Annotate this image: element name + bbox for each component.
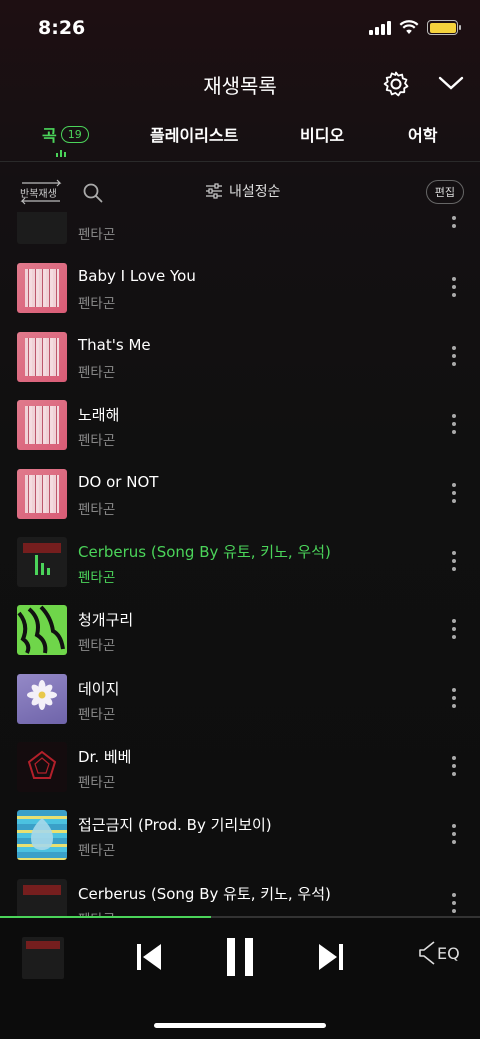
search-icon[interactable] [82,182,104,204]
album-art [17,469,67,519]
tab-videos[interactable]: 비디오 [300,122,344,146]
track-artist: 펜타곤 [78,227,116,243]
track-artist: 펜타곤 [78,707,116,723]
track-artist: 펜타곤 [78,365,116,381]
sort-sliders-icon [206,183,222,199]
track-title: 데이지 [78,680,120,698]
track-title: DO or NOT [78,473,159,491]
status-icons [369,20,461,35]
tab-bar: 곡 19 플레이리스트 비디오 어학 [0,112,480,162]
more-options-icon[interactable] [452,346,456,366]
tab-songs[interactable]: 곡 19 [42,122,89,146]
track-artist: 펜타곤 [78,843,116,859]
track-title: 접근금지 (Prod. By 기리보이) [78,816,272,834]
now-playing-indicator-icon [56,150,66,157]
album-art [17,400,67,450]
track-artist: 펜타곤 [78,296,116,312]
album-art [17,810,67,860]
edit-button[interactable]: 편집 [425,180,464,204]
track-title: Cerberus (Song By 유토, 키노, 우석) [78,543,331,561]
track-title: Dr. 베베 [78,748,132,766]
list-item[interactable]: Dr. 베베 펜타곤 [0,742,480,810]
list-item[interactable]: Baby I Love You 펜타곤 [0,263,480,331]
album-art [17,537,67,587]
more-options-icon[interactable] [452,414,456,434]
mini-player: EQ [0,918,480,1039]
track-artist: 펜타곤 [78,638,116,654]
tab-language[interactable]: 어학 [408,122,437,146]
home-indicator[interactable] [154,1023,326,1028]
signal-icon [369,20,391,35]
status-time: 8:26 [38,17,86,39]
battery-icon [427,20,461,35]
tab-songs-label: 곡 [42,126,57,145]
playlist-header: 재생목록 [0,62,480,106]
previous-track-icon[interactable] [134,940,164,974]
playlist-toolbar: 반복재생 내설정순 편집 [0,172,480,212]
track-artist: 펜타곤 [78,908,115,916]
track-title: That's Me [78,336,151,354]
wifi-icon [399,20,419,34]
album-art [17,212,67,244]
more-options-icon[interactable] [452,893,456,913]
track-title: Cerberus (Song By 유토, 키노, 우석) [78,885,331,903]
chevron-down-icon[interactable] [438,74,464,92]
tab-playlists[interactable]: 플레이리스트 [150,122,238,146]
track-list[interactable]: 펜타곤 Baby I Love You 펜타곤 That's Me 펜타곤 노래… [0,212,480,916]
more-options-icon[interactable] [452,619,456,639]
track-artist: 펜타곤 [78,433,116,449]
more-options-icon[interactable] [452,824,456,844]
list-item[interactable]: DO or NOT 펜타곤 [0,469,480,537]
now-playing-bars-icon [35,555,50,575]
pause-icon[interactable] [224,936,256,978]
album-art [17,674,67,724]
list-item-now-playing[interactable]: Cerberus (Song By 유토, 키노, 우석) 펜타곤 [0,537,480,605]
song-count-badge: 19 [60,125,89,143]
album-art [17,332,67,382]
list-item[interactable]: 청개구리 펜타곤 [0,605,480,673]
list-item[interactable]: 데이지 펜타곤 [0,674,480,742]
sort-button[interactable]: 내설정순 [205,181,281,201]
track-artist: 펜타곤 [78,502,116,518]
album-art [17,605,67,655]
sort-label: 내설정순 [229,184,281,200]
more-options-icon[interactable] [452,212,456,228]
repeat-button[interactable]: 반복재생 [16,178,66,206]
list-item[interactable]: Cerberus (Song By 유토, 키노, 우석) 펜타곤 [0,879,480,916]
more-options-icon[interactable] [452,277,456,297]
track-title: 노래해 [78,406,120,424]
album-art [17,742,67,792]
more-options-icon[interactable] [452,551,456,571]
album-art [17,263,67,313]
eq-speaker-icon [419,941,435,965]
next-track-icon[interactable] [316,940,346,974]
eq-button[interactable]: EQ [418,940,460,966]
gear-icon[interactable] [382,70,410,98]
eq-label: EQ [437,943,460,963]
list-item[interactable]: That's Me 펜타곤 [0,332,480,400]
status-bar: 8:26 [0,0,480,58]
track-artist: 펜타곤 [78,570,116,586]
repeat-label: 반복재생 [20,189,57,200]
more-options-icon[interactable] [452,688,456,708]
list-item[interactable]: 접근금지 (Prod. By 기리보이) 펜타곤 [0,810,480,878]
track-artist: 펜타곤 [78,775,116,791]
track-title: Baby I Love You [78,267,196,285]
more-options-icon[interactable] [452,483,456,503]
list-item[interactable]: 펜타곤 [0,212,480,262]
list-item[interactable]: 노래해 펜타곤 [0,400,480,468]
album-art [17,879,67,916]
track-title: 청개구리 [78,611,134,629]
more-options-icon[interactable] [452,756,456,776]
now-playing-album-art[interactable] [22,937,64,979]
